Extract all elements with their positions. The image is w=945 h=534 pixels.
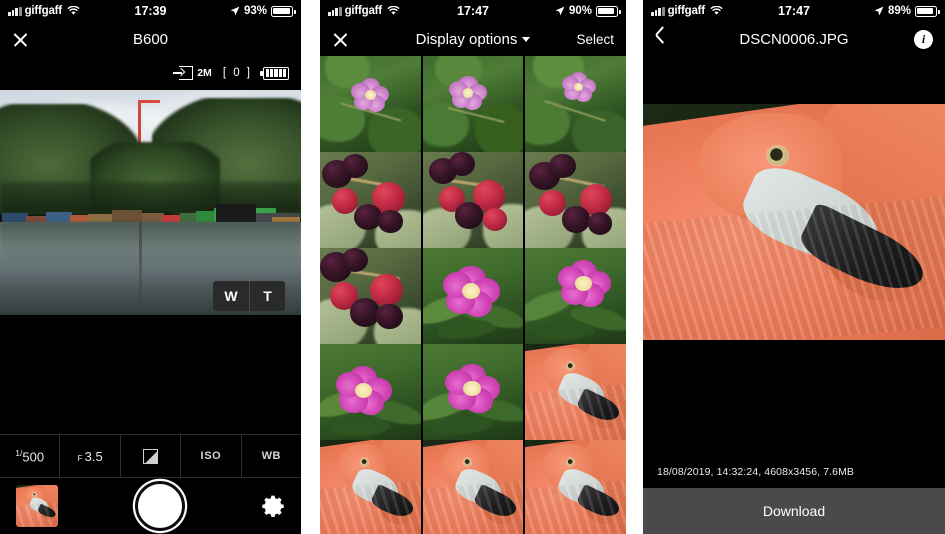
status-bar-gallery: giffgaff 17:47 90% xyxy=(320,0,626,22)
status-bar-camera: giffgaff 17:39 93% xyxy=(0,0,301,22)
camera-controls-row xyxy=(0,478,301,534)
location-arrow-icon xyxy=(555,6,565,16)
carrier-label: giffgaff xyxy=(344,5,383,17)
info-button[interactable]: i xyxy=(914,29,933,49)
status-right: 89% xyxy=(874,5,940,17)
battery-percent-camera: 93% xyxy=(243,5,267,17)
location-arrow-icon xyxy=(230,6,240,16)
shots-remaining: [ 0 ] xyxy=(222,67,252,79)
thumbnail-cell[interactable] xyxy=(525,344,626,445)
location-arrow-icon xyxy=(874,6,884,16)
camera-info-bar: 2M [ 0 ] xyxy=(0,56,301,90)
cellular-bars-icon xyxy=(651,6,665,16)
exposure-compensation-cell[interactable] xyxy=(121,435,182,477)
zoom-control: W T xyxy=(213,281,285,311)
gear-icon[interactable] xyxy=(261,494,285,518)
photo-viewer[interactable]: 18/08/2019, 14:32:24, 4608x3456, 7.6MB xyxy=(643,56,945,490)
exposure-compensation-icon xyxy=(143,448,159,464)
thumbnail-cell[interactable] xyxy=(422,440,524,534)
back-button[interactable] xyxy=(655,30,667,48)
panel-gallery: giffgaff 17:47 90% Display options Selec… xyxy=(320,0,626,534)
cellular-bars-icon xyxy=(328,6,342,16)
screenshot-stage: giffgaff 17:39 93% B600 2M [0] W T 1/5… xyxy=(0,0,945,534)
panel-viewer: giffgaff 17:47 89% DSCN0006.JPG i 18/08/… xyxy=(643,0,945,534)
thumbnail-cell[interactable] xyxy=(320,56,421,157)
file-name-title: DSCN0006.JPG xyxy=(739,30,849,48)
thumbnail-cell[interactable] xyxy=(422,56,524,157)
status-left: giffgaff xyxy=(8,5,80,17)
thumbnail-cell[interactable] xyxy=(525,152,626,253)
status-right: 93% xyxy=(230,5,296,17)
carrier-label: giffgaff xyxy=(667,5,706,17)
camera-model-title: B600 xyxy=(132,30,169,48)
thumbnail-cell[interactable] xyxy=(422,344,524,445)
aperture-prefix: F xyxy=(77,452,83,463)
display-options-label: Display options xyxy=(415,30,518,48)
nav-bar-camera: B600 xyxy=(0,22,301,56)
thumbnail-cell[interactable] xyxy=(422,248,524,349)
close-button-gallery[interactable] xyxy=(332,31,349,48)
nav-bar-viewer: DSCN0006.JPG i xyxy=(643,22,945,56)
flamingo-photo-art xyxy=(643,104,945,340)
thumbnail-grid xyxy=(320,56,626,534)
shutter-button[interactable] xyxy=(134,481,185,531)
zoom-wide-button[interactable]: W xyxy=(213,281,249,311)
status-right: 90% xyxy=(555,5,621,17)
download-button[interactable]: Download xyxy=(643,488,945,534)
photo-full[interactable] xyxy=(643,104,945,340)
select-button[interactable]: Select xyxy=(576,32,614,47)
status-left: giffgaff xyxy=(651,5,723,17)
thumbnail-cell[interactable] xyxy=(320,344,421,445)
panel-camera: giffgaff 17:39 93% B600 2M [0] W T 1/5… xyxy=(0,0,301,534)
transfer-size-icon xyxy=(173,66,194,80)
wifi-icon xyxy=(387,6,400,16)
thumbnail-cell[interactable] xyxy=(525,248,626,349)
close-button-camera[interactable] xyxy=(12,31,29,48)
wifi-icon xyxy=(710,6,723,16)
camera-settings-row: 1/500 F 3.5 ISO WB xyxy=(0,434,301,478)
battery-icon xyxy=(271,5,296,17)
panel-gap xyxy=(301,0,320,534)
shutter-speed-value: 500 xyxy=(22,449,45,465)
thumbnail-cell[interactable] xyxy=(525,56,626,157)
white-balance-label: WB xyxy=(261,450,282,462)
battery-percent-gallery: 90% xyxy=(568,5,592,17)
wifi-icon xyxy=(67,6,80,16)
iso-cell[interactable]: ISO xyxy=(181,435,242,477)
aperture-value: 3.5 xyxy=(84,448,103,464)
shutter-speed-cell[interactable]: 1/500 xyxy=(0,435,61,477)
photo-metadata: 18/08/2019, 14:32:24, 4608x3456, 7.6MB xyxy=(643,454,945,490)
close-icon xyxy=(332,31,349,48)
nav-bar-gallery: Display options Select xyxy=(320,22,626,56)
battery-percent-viewer: 89% xyxy=(887,5,911,17)
back-chevron-icon xyxy=(655,30,667,48)
mast-reflection xyxy=(139,222,142,300)
last-photo-thumbnail[interactable] xyxy=(16,485,58,527)
flamingo-thumb-art xyxy=(16,485,58,527)
battery-icon xyxy=(596,5,621,17)
status-left: giffgaff xyxy=(328,5,400,17)
battery-icon xyxy=(915,5,940,17)
thumbnail-cell[interactable] xyxy=(422,152,524,253)
white-balance-cell[interactable]: WB xyxy=(242,435,301,477)
thumbnail-cell[interactable] xyxy=(320,248,421,349)
transfer-size-label: 2M xyxy=(197,67,212,79)
panel-gap xyxy=(626,0,643,534)
water-reflections xyxy=(0,222,301,270)
aperture-cell[interactable]: F 3.5 xyxy=(60,435,121,477)
thumbnail-cell[interactable] xyxy=(320,152,421,253)
thumbnail-cell[interactable] xyxy=(320,440,421,534)
info-icon: i xyxy=(914,29,933,49)
zoom-tele-button[interactable]: T xyxy=(249,281,285,311)
camera-battery-icon xyxy=(260,66,289,80)
status-bar-viewer: giffgaff 17:47 89% xyxy=(643,0,945,22)
carrier-label: giffgaff xyxy=(24,5,63,17)
iso-label: ISO xyxy=(200,450,222,462)
transfer-size-indicator[interactable]: 2M xyxy=(173,66,212,80)
thumbnail-cell[interactable] xyxy=(525,440,626,534)
moored-boats xyxy=(0,190,301,226)
chevron-down-icon xyxy=(522,36,531,42)
close-icon xyxy=(12,31,29,48)
cellular-bars-icon xyxy=(8,6,22,16)
